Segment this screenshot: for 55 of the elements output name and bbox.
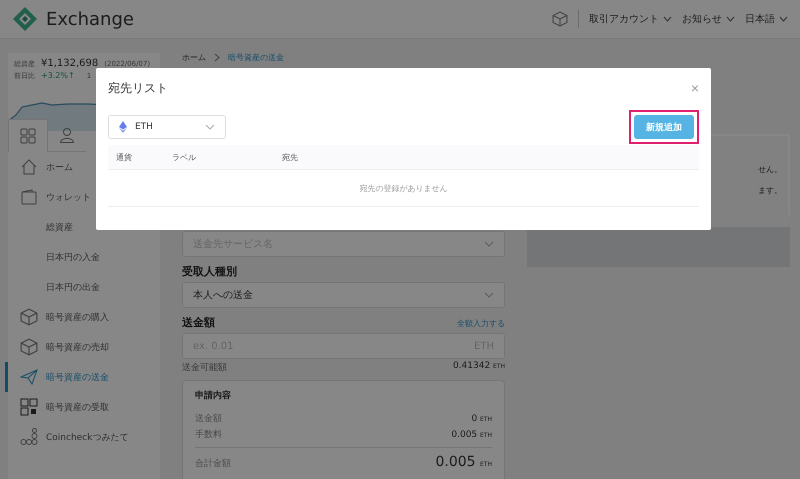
field-label: 送金額 (182, 315, 215, 330)
chevron-down-icon (484, 292, 494, 298)
change-value: +3.2%↑ (41, 71, 75, 80)
column-header: ラベル (171, 152, 197, 162)
column-header: 宛先 (281, 152, 298, 162)
coins-icon (20, 428, 38, 446)
sidebar-item[interactable]: ウォレット (5, 182, 160, 212)
sidebar-item[interactable]: 日本円の出金 (5, 272, 160, 302)
available-label: 送金可能額 (182, 362, 227, 374)
breadcrumb-link[interactable]: 暗号資産の送金 (228, 52, 284, 62)
chevron-down-icon (779, 16, 788, 22)
summary-label: 送金額 (195, 412, 222, 425)
recipient-select[interactable]: 本人への送金 (182, 282, 505, 308)
sidebar-item[interactable]: 日本円の入金 (5, 242, 160, 272)
total-value: ¥1,132,698 (41, 58, 98, 69)
add-new-button[interactable]: 新規追加 (634, 115, 694, 139)
sidebar-item[interactable]: 暗号資産の売却 (5, 332, 160, 362)
paper-plane-icon (20, 368, 38, 386)
chevron-right-icon (214, 52, 220, 62)
cube-icon (20, 308, 38, 326)
sidebar-item[interactable]: Coincheckつみたて (5, 422, 160, 452)
chevron-down-icon (726, 16, 735, 22)
qr-code-icon (20, 398, 38, 416)
sidebar-item[interactable]: 暗号資産の受取 (5, 392, 160, 422)
chevron-down-icon (484, 241, 494, 247)
cube-icon[interactable] (552, 11, 568, 27)
header-menu-link[interactable]: お知らせ (682, 12, 735, 26)
summary-title: 申請内容 (195, 389, 232, 402)
cube-icon (20, 338, 38, 356)
house-icon (20, 158, 38, 176)
empty-message: 宛先の登録がありません (360, 182, 448, 194)
breadcrumb-link[interactable]: ホーム (182, 52, 206, 62)
grid-icon (20, 128, 36, 144)
fill-all-link[interactable]: 全額入力する (457, 318, 505, 329)
header-menu-link[interactable]: 取引アカウント (589, 12, 672, 26)
logo-icon (12, 6, 38, 32)
wallet-icon (20, 188, 38, 206)
sidebar-tab[interactable] (8, 119, 48, 152)
header-menu-link[interactable]: 日本語 (745, 12, 788, 26)
notice-text: せん。 (758, 164, 782, 175)
field-label: 受取人種別 (182, 264, 238, 279)
close-button[interactable]: × (690, 80, 699, 96)
chevron-down-icon (205, 124, 215, 130)
user-icon (59, 127, 75, 143)
diamond-icon (119, 121, 127, 133)
dialog-title: 宛先リスト (108, 80, 168, 96)
logo-text: Exchange (46, 8, 134, 30)
notice-text: ます。 (758, 185, 782, 196)
sidebar-item[interactable]: 暗号資産の送金 (5, 362, 160, 392)
total-label: 合計金額 (195, 458, 231, 470)
summary-label: 手数料 (195, 428, 222, 441)
currency-select[interactable]: ETH (108, 115, 226, 139)
sidebar-item[interactable]: 暗号資産の購入 (5, 302, 160, 332)
chevron-down-icon (663, 16, 672, 22)
column-header: 通貨 (115, 152, 133, 162)
